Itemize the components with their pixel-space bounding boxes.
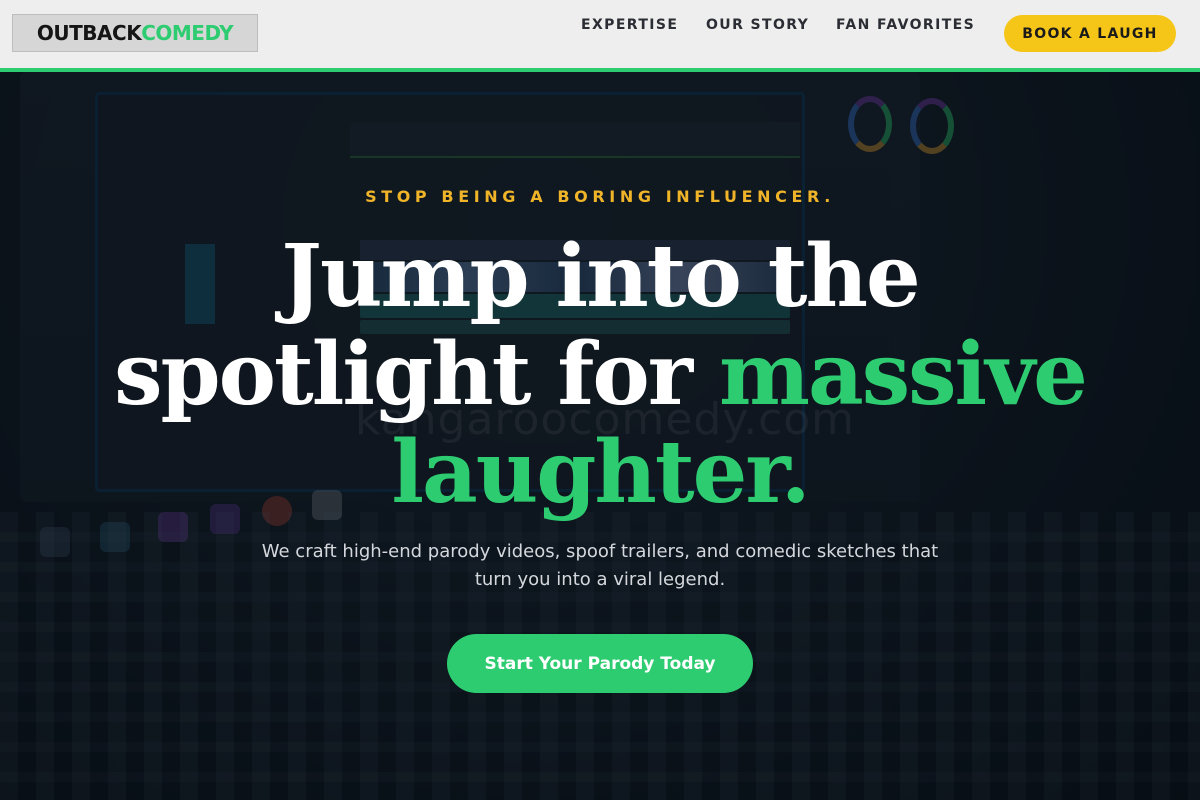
nav-link-our-story[interactable]: OUR STORY xyxy=(706,17,809,33)
site-header: OUTBACK COMEDY EXPERTISE OUR STORY FAN FA… xyxy=(0,0,1200,72)
hero-eyebrow: STOP BEING A BORING INFLUENCER. xyxy=(365,187,835,206)
site-logo[interactable]: OUTBACK COMEDY xyxy=(12,14,258,52)
logo-text-outback: OUTBACK xyxy=(36,21,142,45)
hero-subtext: We craft high-end parody videos, spoof t… xyxy=(261,541,939,590)
headline-line-2-white: spotlight for xyxy=(114,324,719,425)
nav-link-fan-favorites[interactable]: FAN FAVORITES xyxy=(836,17,975,33)
headline-line-3-green: laughter. xyxy=(391,422,810,523)
headline-line-1: Jump into the xyxy=(281,226,920,327)
start-parody-button[interactable]: Start Your Parody Today xyxy=(447,634,753,693)
nav-link-expertise[interactable]: EXPERTISE xyxy=(581,17,678,33)
logo-text-comedy: COMEDY xyxy=(141,21,234,45)
headline-line-2-green: massive xyxy=(718,324,1088,425)
book-a-laugh-button[interactable]: BOOK A LAUGH xyxy=(1004,15,1176,52)
hero-headline: Jump into the spotlight for massive laug… xyxy=(0,228,1200,522)
